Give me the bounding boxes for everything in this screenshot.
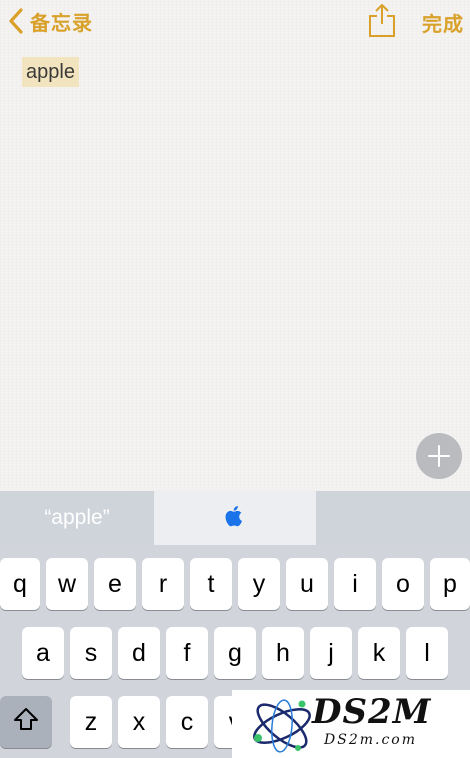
key-j[interactable]: j [310,627,352,679]
key-h[interactable]: h [262,627,304,679]
back-label: 备忘录 [30,12,93,35]
key-f[interactable]: f [166,627,208,679]
key-i[interactable]: i [334,558,376,610]
watermark-title: DS2M [312,692,432,732]
key-o[interactable]: o [382,558,424,610]
key-w[interactable]: w [46,558,88,610]
suggestion-quoted-word[interactable]: “apple” [0,491,154,545]
key-y[interactable]: y [238,558,280,610]
key-l[interactable]: l [406,627,448,679]
key-k[interactable]: k [358,627,400,679]
watermark-logo: DS2M DS2m.com [232,690,470,758]
navigation-bar: 备忘录 完成 [0,0,470,44]
key-s[interactable]: s [70,627,112,679]
chevron-left-icon [8,8,24,34]
add-button[interactable] [416,433,462,479]
share-icon [366,4,398,42]
key-x[interactable]: x [118,696,160,748]
key-c[interactable]: c [166,696,208,748]
shift-arrow-icon [13,707,39,738]
key-z[interactable]: z [70,696,112,748]
suggestion-empty[interactable] [316,491,470,545]
predictive-suggestion-bar: “apple” [0,491,470,545]
key-a[interactable]: a [22,627,64,679]
key-t[interactable]: t [190,558,232,610]
atom-logo-icon [253,699,311,753]
watermark-subtitle: DS2m.com [324,732,417,748]
key-p[interactable]: p [430,558,470,610]
key-d[interactable]: d [118,627,160,679]
done-button[interactable]: 完成 [422,8,464,37]
key-e[interactable]: e [94,558,136,610]
shift-key[interactable] [0,696,52,748]
key-u[interactable]: u [286,558,328,610]
back-button[interactable]: 备忘录 [8,6,93,36]
key-r[interactable]: r [142,558,184,610]
key-q[interactable]: q [0,558,40,610]
apple-logo-icon [225,504,245,533]
key-g[interactable]: g [214,627,256,679]
note-text-selected[interactable]: apple [22,57,79,87]
suggestion-apple-logo[interactable] [154,491,316,545]
share-button[interactable] [366,2,398,38]
